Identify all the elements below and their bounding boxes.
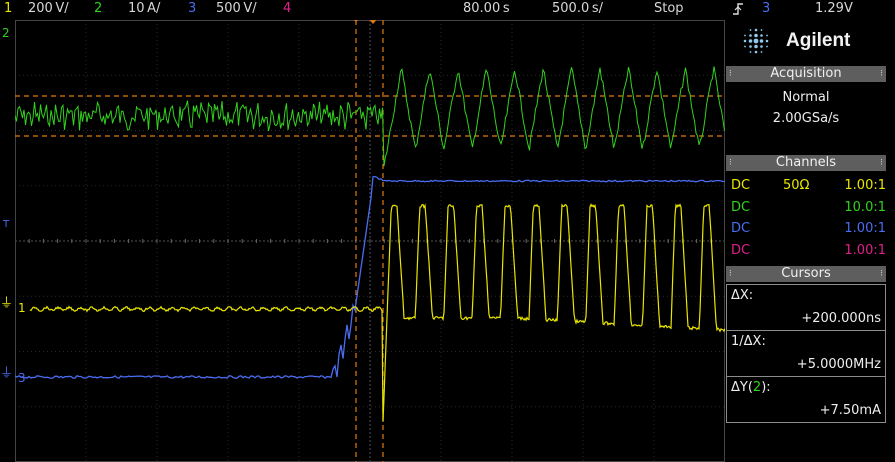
time-scale[interactable]: 500.0 s/ xyxy=(552,1,603,17)
channel-1-label: 1 xyxy=(18,301,26,315)
status-bar: 1 200 V/ 2 10 A/ 3 500 V/ 4 80.00 s 500.… xyxy=(0,0,895,20)
delta-x-value: +200.000ns xyxy=(801,311,881,326)
channel-1-coupling: DC xyxy=(731,178,751,193)
spark-dot xyxy=(760,51,763,53)
spark-dot xyxy=(749,29,752,31)
trigger-level-marker[interactable]: T xyxy=(3,219,9,231)
delta-y-value: +7.50mA xyxy=(819,403,881,418)
channel-3-coupling: DC xyxy=(731,221,751,236)
channel-3-ground-marker[interactable]: ⏚ xyxy=(0,367,13,380)
channel-3-number[interactable]: 3 xyxy=(188,1,196,17)
spark-dot xyxy=(749,45,752,48)
channel-2-ground-marker[interactable]: 2 xyxy=(2,27,10,39)
spark-dot xyxy=(749,51,752,53)
spark-dot xyxy=(766,45,768,48)
channel-4-probe: 1.00:1 xyxy=(844,243,886,258)
channel-3-scale[interactable]: 500 V/ xyxy=(216,1,257,17)
time-delay[interactable]: 80.00 s xyxy=(463,1,510,17)
acquisition-mode: Normal xyxy=(782,90,830,105)
run-state[interactable]: Stop xyxy=(654,1,684,17)
channel-1-scale[interactable]: 200 V/ xyxy=(28,1,69,17)
channel-4-coupling: DC xyxy=(731,243,751,258)
channel-4-number[interactable]: 4 xyxy=(283,1,291,17)
spark-dot xyxy=(744,45,746,48)
agilent-logo: Agilent xyxy=(726,20,895,64)
spark-dot xyxy=(754,33,758,38)
spark-dot xyxy=(765,39,769,43)
spark-dot xyxy=(754,44,758,49)
channel-1-probe: 1.00:1 xyxy=(844,178,886,193)
channel-1-number[interactable]: 1 xyxy=(4,1,12,17)
inverse-delta-x-value: +5.0000MHz xyxy=(796,357,881,372)
channels-section-header[interactable]: ⁝ Channels ⁝ xyxy=(726,155,886,171)
channel-2-coupling: DC xyxy=(731,200,751,215)
channel-2-probe: 10.0:1 xyxy=(844,200,886,215)
channel-2-number[interactable]: 2 xyxy=(94,1,102,17)
spark-dot xyxy=(744,34,746,37)
spark-dot xyxy=(760,45,763,48)
spark-dot xyxy=(749,34,752,37)
spark-dot xyxy=(759,39,764,43)
cursors-section-header[interactable]: ⁝ Cursors ⁝ xyxy=(726,266,886,282)
channel-2-scale[interactable]: 10 A/ xyxy=(128,1,160,17)
trigger-edge-icon xyxy=(732,1,744,22)
channel-3-probe: 1.00:1 xyxy=(844,221,886,236)
channel-3-label: 3 xyxy=(18,371,26,385)
trigger-channel[interactable]: 3 xyxy=(762,1,770,17)
info-panel: Agilent ⁝ Acquisition ⁝ Normal 2.00GSa/s ⁝… xyxy=(726,20,895,462)
spark-dot xyxy=(754,28,758,32)
acquisition-section-header[interactable]: ⁝ Acquisition ⁝ xyxy=(726,66,886,82)
channel-1-trace xyxy=(29,203,725,422)
spark-dot xyxy=(766,34,768,37)
cursor-inverse-delta-x-box[interactable]: 1/ΔX: +5.0000MHz xyxy=(726,330,886,377)
spark-dot xyxy=(748,39,753,43)
agilent-spark-icon xyxy=(743,28,769,54)
delta-x-label: ΔX: xyxy=(731,288,754,303)
spark-dot xyxy=(760,29,763,31)
inverse-delta-x-label: 1/ΔX: xyxy=(731,334,766,349)
graticule-grid xyxy=(15,20,725,462)
cursor-delta-y-box[interactable]: ΔY(2): +7.50mA xyxy=(726,376,886,423)
delta-y-label: ΔY(2): xyxy=(731,380,771,395)
channel-1-impedance: 50Ω xyxy=(783,178,810,193)
spark-dot xyxy=(753,38,759,44)
sample-rate: 2.00GSa/s xyxy=(772,111,840,126)
cursor-delta-x-box[interactable]: ΔX: +200.000ns xyxy=(726,284,886,331)
brand-name: Agilent xyxy=(786,30,851,51)
waveform-display[interactable]: 13 xyxy=(15,20,725,462)
spark-dot xyxy=(760,34,763,37)
trigger-level[interactable]: 1.29V xyxy=(815,1,853,17)
spark-dot xyxy=(754,50,758,54)
channel-1-ground-marker[interactable]: ⏚ xyxy=(0,297,13,310)
spark-dot xyxy=(743,39,747,43)
